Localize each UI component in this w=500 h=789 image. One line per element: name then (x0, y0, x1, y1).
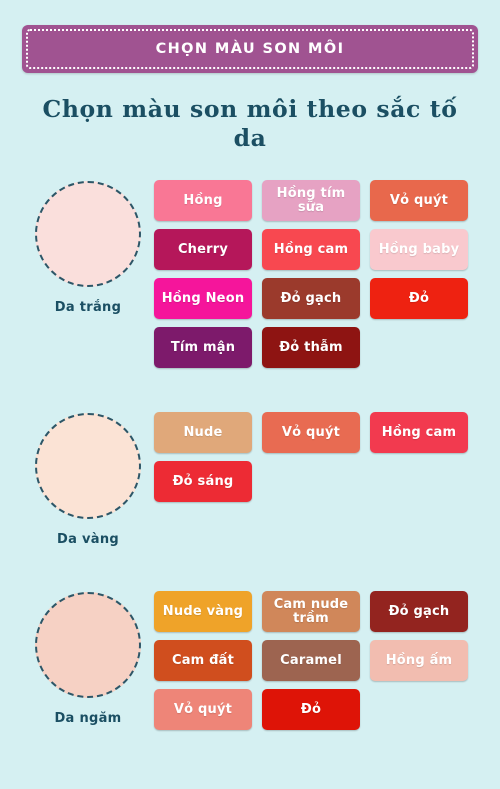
color-swatch[interactable]: Hồng cam (262, 229, 360, 271)
skin-tone-circle-medium (35, 413, 141, 520)
color-swatch[interactable]: Tím mận (154, 327, 252, 369)
color-swatch[interactable]: Hồng ấm (370, 640, 468, 682)
color-swatch[interactable]: Hồng baby (370, 229, 468, 271)
skin-tone-group-light: Da trắng (22, 178, 154, 315)
color-swatch[interactable]: Nude (154, 412, 252, 454)
color-swatch[interactable]: Hồng cam (370, 412, 468, 454)
color-swatch[interactable]: Đỏ sáng (154, 461, 252, 503)
skin-section-medium: Da vàng Nude Vỏ quýt Hồng cam Đỏ sáng (0, 410, 500, 547)
swatch-list-light: Hồng Hồng tím sữa Vỏ quýt Cherry Hồng ca… (154, 178, 500, 369)
color-swatch[interactable]: Đỏ (262, 689, 360, 731)
skin-tone-group-dark: Da ngăm (22, 589, 154, 726)
color-swatch[interactable]: Cam đất (154, 640, 252, 682)
color-swatch[interactable]: Đỏ (370, 278, 468, 320)
color-swatch[interactable]: Hồng (154, 180, 252, 222)
skin-tone-label-medium: Da vàng (57, 532, 119, 548)
skin-tone-label-dark: Da ngăm (54, 711, 122, 727)
skin-tone-circle-light (35, 181, 141, 288)
color-swatch[interactable]: Hồng Neon (154, 278, 252, 320)
skin-section-dark: Da ngăm Nude vàng Cam nude trầm Đỏ gạch … (0, 589, 500, 731)
color-swatch[interactable]: Cam nude trầm (262, 591, 360, 633)
header-banner-title: CHỌN MÀU SON MÔI (155, 41, 345, 57)
skin-tone-group-medium: Da vàng (22, 410, 154, 547)
color-swatch[interactable]: Đỏ thẫm (262, 327, 360, 369)
skin-tone-label-light: Da trắng (54, 300, 122, 316)
color-swatch[interactable]: Đỏ gạch (262, 278, 360, 320)
page-title: Chọn màu son môi theo sắc tố da (42, 95, 458, 152)
skin-tone-circle-dark (35, 592, 141, 699)
swatch-list-medium: Nude Vỏ quýt Hồng cam Đỏ sáng (154, 410, 500, 503)
color-swatch[interactable]: Vỏ quýt (370, 180, 468, 222)
color-swatch[interactable]: Cherry (154, 229, 252, 271)
color-swatch[interactable]: Vỏ quýt (262, 412, 360, 454)
color-swatch[interactable]: Đỏ gạch (370, 591, 468, 633)
color-swatch[interactable]: Nude vàng (154, 591, 252, 633)
swatch-list-dark: Nude vàng Cam nude trầm Đỏ gạch Cam đất … (154, 589, 500, 731)
header-banner: CHỌN MÀU SON MÔI (22, 25, 478, 73)
color-swatch[interactable]: Vỏ quýt (154, 689, 252, 731)
color-swatch[interactable]: Hồng tím sữa (262, 180, 360, 222)
color-swatch[interactable]: Caramel (262, 640, 360, 682)
header-banner-border: CHỌN MÀU SON MÔI (26, 29, 474, 69)
skin-section-light: Da trắng Hồng Hồng tím sữa Vỏ quýt Cherr… (0, 178, 500, 369)
